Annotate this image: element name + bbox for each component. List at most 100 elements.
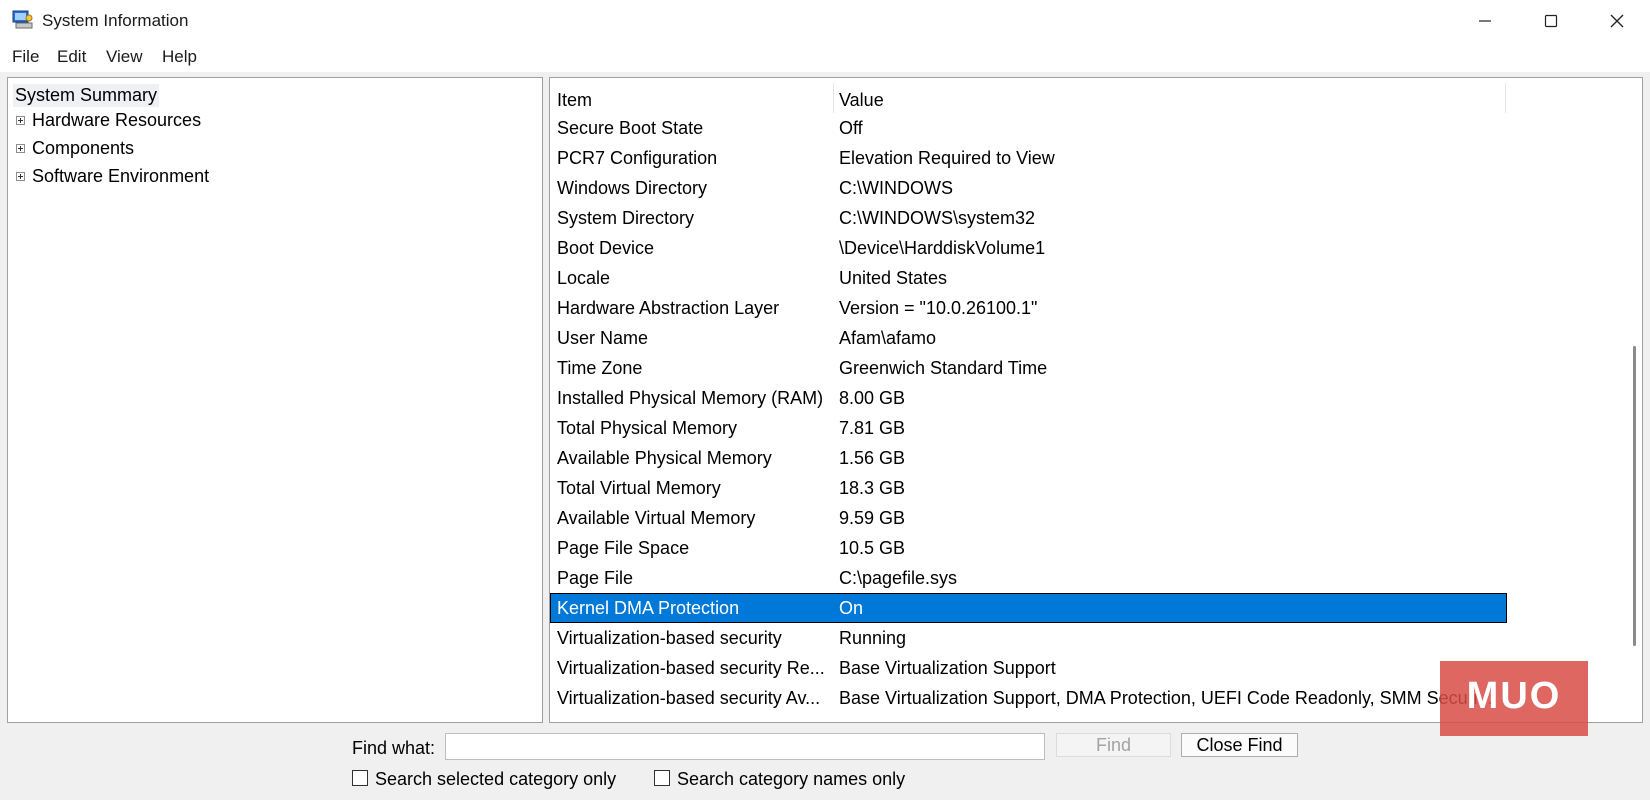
- scrollbar-thumb[interactable]: [1633, 346, 1636, 646]
- column-header-value[interactable]: Value: [839, 90, 884, 111]
- checkbox-box[interactable]: [352, 770, 368, 786]
- find-bar: Find what: Find Close Find Search select…: [0, 726, 1650, 800]
- item-cell: Virtualization-based security: [557, 628, 782, 648]
- table-row[interactable]: Time Zone Greenwich Standard Time: [550, 353, 1507, 383]
- category-tree: System Summary Hardware Resources Compon…: [7, 77, 543, 723]
- table-row[interactable]: Page File Space 10.5 GB: [550, 533, 1507, 563]
- watermark-text: MUO: [1466, 675, 1562, 717]
- item-cell: Installed Physical Memory (RAM): [557, 388, 824, 408]
- value-cell: Running: [839, 628, 907, 648]
- table-body: Secure Boot State Off PCR7 Configuration E…: [550, 113, 1510, 713]
- value-cell: C:\WINDOWS\system32: [839, 208, 1036, 228]
- item-cell: Available Virtual Memory: [557, 508, 756, 528]
- item-cell: Page File Space: [557, 538, 690, 558]
- menu-file[interactable]: File: [12, 47, 39, 67]
- close-icon: [1610, 14, 1624, 28]
- table-row[interactable]: Total Physical Memory 7.81 GB: [550, 413, 1507, 443]
- expand-plus-icon[interactable]: [16, 144, 25, 153]
- menu-view[interactable]: View: [106, 47, 143, 67]
- table-row[interactable]: Page File C:\pagefile.sys: [550, 563, 1507, 593]
- table-row[interactable]: Hardware Abstraction Layer Version = "10.…: [550, 293, 1507, 323]
- table-header: Item Value: [550, 83, 1507, 113]
- item-cell: PCR7 Configuration: [557, 148, 718, 168]
- value-cell: 9.59 GB: [839, 508, 906, 528]
- table-row[interactable]: Locale United States: [550, 263, 1507, 293]
- expand-plus-icon[interactable]: [16, 172, 25, 181]
- table-row[interactable]: Windows Directory C:\WINDOWS: [550, 173, 1507, 203]
- table-row[interactable]: Available Virtual Memory 9.59 GB: [550, 503, 1507, 533]
- value-cell: On: [839, 598, 864, 618]
- minimize-icon: [1479, 20, 1491, 22]
- title-bar: System Information: [0, 0, 1650, 43]
- item-cell: Total Virtual Memory: [557, 478, 721, 498]
- checkbox-box[interactable]: [654, 770, 670, 786]
- item-cell: Time Zone: [557, 358, 643, 378]
- tree-item-system-summary[interactable]: System Summary: [13, 84, 160, 107]
- table-row[interactable]: Virtualization-based security Running: [550, 623, 1507, 653]
- item-cell: User Name: [557, 328, 649, 348]
- close-find-button[interactable]: Close Find: [1181, 733, 1298, 757]
- item-cell: Locale: [557, 268, 611, 288]
- find-what-input[interactable]: [445, 733, 1045, 760]
- table-row[interactable]: Boot Device \Device\HarddiskVolume1: [550, 233, 1507, 263]
- table-row[interactable]: System Directory C:\WINDOWS\system32: [550, 203, 1507, 233]
- vertical-scrollbar[interactable]: [1628, 78, 1642, 722]
- menu-bar: File Edit View Help: [0, 42, 1650, 72]
- item-cell: Windows Directory: [557, 178, 708, 198]
- value-cell: Base Virtualization Support: [839, 658, 1056, 678]
- minimize-button[interactable]: [1452, 0, 1518, 42]
- tree-item-components[interactable]: Components: [32, 138, 134, 159]
- value-cell: United States: [839, 268, 948, 288]
- maximize-button[interactable]: [1518, 0, 1584, 42]
- tree-item-software-environment[interactable]: Software Environment: [32, 166, 209, 187]
- value-cell: 18.3 GB: [839, 478, 906, 498]
- value-cell: Version = "10.0.26100.1": [839, 298, 1038, 318]
- item-cell: Secure Boot State: [557, 118, 704, 138]
- item-cell: Kernel DMA Protection: [557, 598, 740, 618]
- item-cell: Total Physical Memory: [557, 418, 738, 438]
- item-cell: Virtualization-based security Av...: [557, 688, 821, 708]
- table-row[interactable]: Installed Physical Memory (RAM) 8.00 GB: [550, 383, 1507, 413]
- table-row[interactable]: Secure Boot State Off: [550, 113, 1507, 143]
- item-cell: Boot Device: [557, 238, 655, 258]
- table-row[interactable]: PCR7 Configuration Elevation Required to …: [550, 143, 1507, 173]
- table-row[interactable]: Total Virtual Memory 18.3 GB: [550, 473, 1507, 503]
- value-cell: 10.5 GB: [839, 538, 906, 558]
- item-cell: Virtualization-based security Re...: [557, 658, 825, 678]
- find-what-label: Find what:: [352, 738, 436, 758]
- value-cell: Greenwich Standard Time: [839, 358, 1048, 378]
- item-cell: Hardware Abstraction Layer: [557, 298, 780, 318]
- system-information-app-icon: [12, 10, 33, 29]
- column-header-item[interactable]: Item: [557, 90, 592, 111]
- details-table: Item Value Secure Boot State Off PCR7 Con…: [549, 77, 1643, 723]
- expand-plus-icon[interactable]: [16, 116, 25, 125]
- window-title: System Information: [42, 11, 189, 30]
- maximize-icon: [1544, 14, 1558, 28]
- value-cell: Elevation Required to View: [839, 148, 1055, 168]
- checkbox-label: Search selected category only: [375, 769, 617, 789]
- value-cell: Base Virtualization Support, DMA Protect…: [839, 688, 1493, 708]
- value-cell: C:\WINDOWS: [839, 178, 953, 198]
- close-button[interactable]: [1584, 0, 1650, 42]
- item-cell: System Directory: [557, 208, 695, 228]
- item-cell: Available Physical Memory: [557, 448, 772, 468]
- table-row[interactable]: Available Physical Memory 1.56 GB: [550, 443, 1507, 473]
- table-row[interactable]: Virtualization-based security Re... Base …: [550, 653, 1507, 683]
- table-row[interactable]: User Name Afam\afamo: [550, 323, 1507, 353]
- menu-help[interactable]: Help: [162, 47, 197, 67]
- table-row[interactable]: Virtualization-based security Av... Base …: [550, 683, 1507, 713]
- value-cell: C:\pagefile.sys: [839, 568, 958, 588]
- value-cell: Afam\afamo: [839, 328, 937, 348]
- value-cell: \Device\HarddiskVolume1: [839, 238, 1046, 258]
- muo-watermark-logo: MUO: [1440, 661, 1588, 736]
- value-cell: Off: [839, 118, 863, 138]
- menu-edit[interactable]: Edit: [57, 47, 86, 67]
- table-row-selected[interactable]: Kernel DMA Protection On: [550, 593, 1507, 623]
- value-cell: 8.00 GB: [839, 388, 906, 408]
- tree-item-hardware-resources[interactable]: Hardware Resources: [32, 110, 201, 131]
- item-cell: Page File: [557, 568, 634, 588]
- checkbox-label: Search category names only: [677, 769, 906, 789]
- column-divider[interactable]: [833, 83, 834, 113]
- find-button[interactable]: Find: [1056, 733, 1171, 757]
- column-divider[interactable]: [1505, 83, 1506, 113]
